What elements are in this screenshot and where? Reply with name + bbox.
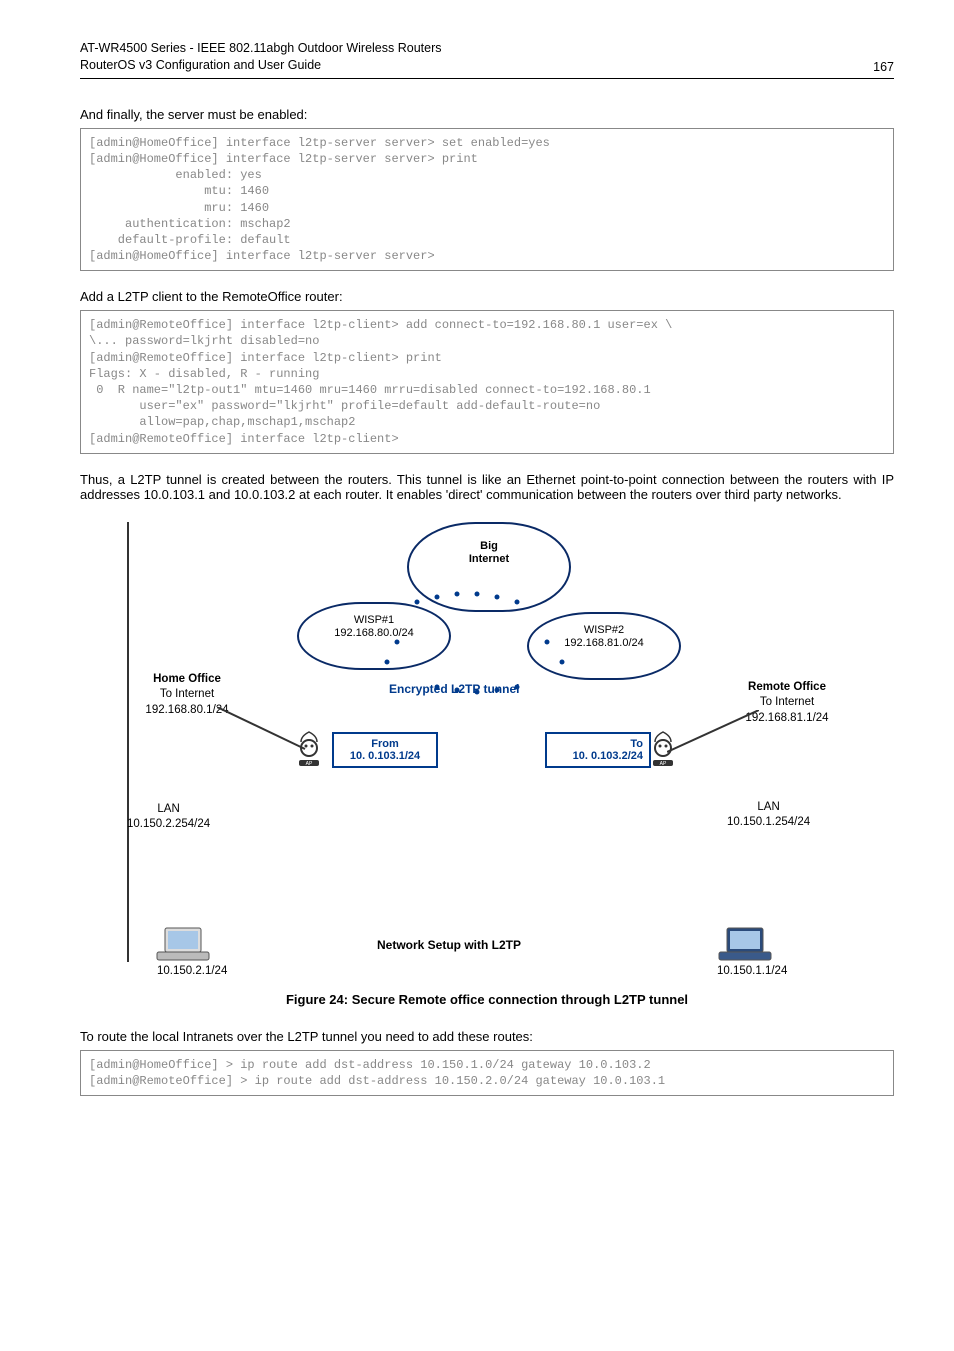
lan-l-l2: 10.150.2.254/24 [127, 818, 210, 830]
lan-l-l1: LAN [157, 803, 179, 815]
laptop-right-icon [717, 926, 773, 962]
code-block-routes: [admin@HomeOffice] > ip route add dst-ad… [80, 1050, 894, 1096]
remote-l1: Remote Office [748, 681, 826, 693]
network-diagram: Big Internet WISP#1 192.168.80.0/24 WISP… [80, 522, 894, 982]
svg-text:AP: AP [660, 761, 667, 767]
ip-bottom-right: 10.150.1.1/24 [717, 964, 787, 980]
code-block-client: [admin@RemoteOffice] interface l2tp-clie… [80, 310, 894, 454]
para-tunnel-desc: Thus, a L2TP tunnel is created between t… [80, 472, 894, 502]
para-add-client: Add a L2TP client to the RemoteOffice ro… [80, 289, 894, 304]
diag-line-left [217, 707, 307, 765]
para-enable-server: And finally, the server must be enabled: [80, 107, 894, 122]
encrypted-tunnel-label: Encrypted L2TP tunnel [389, 682, 519, 696]
link-line-right [127, 742, 129, 962]
home-l1: Home Office [153, 673, 221, 685]
to-ip-box: To 10. 0.103.2/24 [545, 732, 651, 768]
figure-caption: Figure 24: Secure Remote office connecti… [80, 992, 894, 1007]
page-number: 167 [873, 60, 894, 74]
page-header: AT-WR4500 Series - IEEE 802.11abgh Outdo… [80, 40, 894, 79]
header-line1: AT-WR4500 Series - IEEE 802.11abgh Outdo… [80, 41, 442, 55]
from-l1: From [371, 738, 399, 750]
header-title-block: AT-WR4500 Series - IEEE 802.11abgh Outdo… [80, 40, 442, 74]
code-block-server: [admin@HomeOffice] interface l2tp-server… [80, 128, 894, 272]
para-routes: To route the local Intranets over the L2… [80, 1029, 894, 1044]
lan-r-l1: LAN [757, 801, 779, 813]
to-l1: To [630, 738, 643, 750]
cloud-big-l1: Big [409, 540, 569, 553]
lan-left-label: LAN 10.150.2.254/24 [127, 802, 210, 833]
lan-right-label: LAN 10.150.1.254/24 [727, 800, 810, 831]
lan-r-l2: 10.150.1.254/24 [727, 816, 810, 828]
laptop-left-icon [155, 926, 211, 962]
diag-line-right [667, 710, 759, 768]
cloud-big-l2: Internet [409, 553, 569, 566]
header-line2: RouterOS v3 Configuration and User Guide [80, 58, 321, 72]
ip-bottom-left: 10.150.2.1/24 [157, 964, 227, 980]
network-setup-label: Network Setup with L2TP [377, 937, 521, 953]
home-l2: To Internet [160, 688, 214, 700]
remote-l2: To Internet [760, 696, 814, 708]
from-ip-box: From 10. 0.103.1/24 [332, 732, 438, 768]
from-l2: 10. 0.103.1/24 [350, 750, 420, 762]
to-l2: 10. 0.103.2/24 [573, 750, 643, 762]
